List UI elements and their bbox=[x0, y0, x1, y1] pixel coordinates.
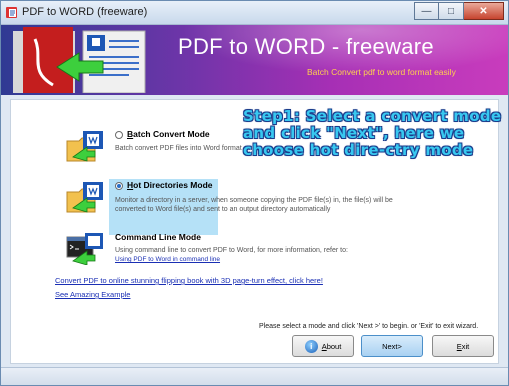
minimize-icon: — bbox=[421, 5, 432, 17]
close-button[interactable]: ✕ bbox=[464, 2, 504, 20]
maximize-icon: □ bbox=[447, 5, 455, 17]
mode-batch-title: Batch Convert Mode bbox=[127, 129, 210, 139]
info-icon: i bbox=[304, 339, 318, 353]
step-annotation: Step1: Select a convert mode and click "… bbox=[243, 107, 502, 159]
next-button-label: Next> bbox=[382, 341, 402, 351]
window-title: PDF to WORD (freeware) bbox=[22, 6, 148, 18]
exit-button-label: Exit bbox=[456, 341, 470, 351]
folder-word-icon bbox=[66, 182, 103, 213]
maximize-button[interactable]: □ bbox=[439, 2, 464, 20]
cmd-word-icon bbox=[66, 233, 103, 265]
app-window: PDF to WORD (freeware) — □ ✕ PDF to WORD… bbox=[0, 0, 509, 386]
app-icon bbox=[6, 7, 17, 18]
mode-hot-title: Hot Directories Mode bbox=[127, 180, 213, 190]
close-icon: ✕ bbox=[479, 5, 488, 17]
mode-batch-desc: Batch convert PDF files into Word format bbox=[115, 145, 242, 152]
banner-heading: PDF to WORD - freeware bbox=[178, 34, 434, 59]
title-bar: PDF to WORD (freeware) — □ ✕ bbox=[1, 1, 508, 25]
mode-cmd-title: Command Line Mode bbox=[115, 232, 201, 242]
radio-hot-directories[interactable] bbox=[115, 182, 123, 190]
mode-hot-desc: Monitor a directory in a server, when so… bbox=[115, 197, 393, 213]
status-bar bbox=[1, 367, 508, 385]
mode-cmd-desc: Using command line to convert PDF to Wor… bbox=[115, 246, 405, 264]
window-controls: — □ ✕ bbox=[414, 2, 504, 20]
banner-subtitle: Batch Convert pdf to word format easily bbox=[307, 67, 456, 77]
wizard-instruction: Please select a mode and click 'Next >' … bbox=[259, 323, 479, 330]
mode-cmd-desc-text: Using command line to convert PDF to Wor… bbox=[115, 247, 348, 254]
exit-button[interactable]: Exit bbox=[432, 335, 494, 357]
about-button[interactable]: i About bbox=[292, 335, 354, 357]
minimize-button[interactable]: — bbox=[414, 2, 439, 20]
radio-batch[interactable] bbox=[115, 131, 123, 139]
example-link[interactable]: See Amazing Example bbox=[55, 290, 130, 299]
flipbook-link[interactable]: Convert PDF to online stunning flipping … bbox=[55, 276, 323, 285]
pdf-to-word-logo bbox=[13, 27, 146, 93]
header-banner: PDF to WORD - freeware Batch Convert pdf… bbox=[1, 25, 508, 95]
cmd-help-link[interactable]: Using PDF to Word in command line bbox=[115, 256, 220, 263]
next-button[interactable]: Next> bbox=[361, 335, 423, 357]
about-button-label: About bbox=[321, 341, 342, 351]
folder-word-icon bbox=[66, 131, 103, 162]
mode-selection-panel: Step1: Select a convert mode and click "… bbox=[10, 99, 501, 364]
